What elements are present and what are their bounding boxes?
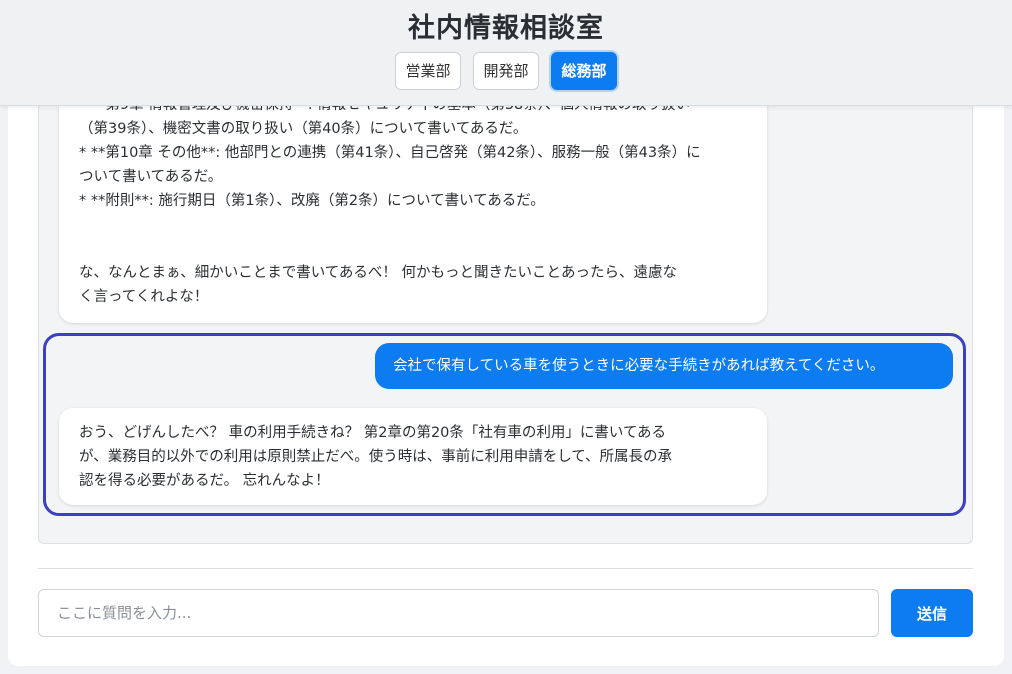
bot-message-reply: おう、どげんしたべ？ 車の利用手続きね？ 第2章の第20条「社有車の利用」に書い… [59,408,767,505]
message-line: おう、どげんしたべ？ 車の利用手続きね？ 第2章の第20条「社有車の利用」に書い… [79,425,667,441]
department-tabs: 営業部 開発部 総務部 [0,52,1012,90]
message-spacer [79,213,747,261]
tab-development[interactable]: 開発部 [473,52,539,90]
page-title: 社内情報相談室 [408,13,604,44]
app-header: 社内情報相談室 営業部 開発部 総務部 [0,0,1012,106]
bot-message-previous: * **第9章 情報管理及び機密保持**: 情報セキュリティの基本（第38条）、… [59,91,767,323]
question-input[interactable] [38,589,879,637]
message-line: が、業務目的以外での利用は原則禁止だべ。使う時は、事前に利用申請をして、所属長の… [79,449,673,465]
send-button[interactable]: 送信 [891,589,973,637]
composer-divider [38,568,973,569]
user-message: 会社で保有している車を使うときに必要な手続きがあれば教えてください。 [375,343,953,389]
chat-history[interactable]: * **第9章 情報管理及び機密保持**: 情報セキュリティの基本（第38条）、… [38,90,973,544]
tab-sales[interactable]: 営業部 [395,52,461,90]
tab-general-affairs[interactable]: 総務部 [551,52,617,90]
message-line: * **第10章 その他**: 他部門との連携（第41条）、自己啓発（第42条）… [79,145,701,161]
message-line: く言ってくれよな！ [79,289,209,305]
message-line: 認を得る必要があるだ。 忘れんなよ！ [79,473,330,489]
message-line: な、なんとまぁ、細かいことまで書いてあるべ！ 何かもっと聞きたいことあったら、遠… [79,265,677,281]
message-line: ついて書いてあるだ。 [79,169,223,185]
message-line: （第39条）、機密文書の取り扱い（第40条）について書いてあるだ。 [79,121,528,137]
message-line: * **附則**: 施行期日（第1条）、改廃（第2条）について書いてあるだ。 [79,193,545,209]
